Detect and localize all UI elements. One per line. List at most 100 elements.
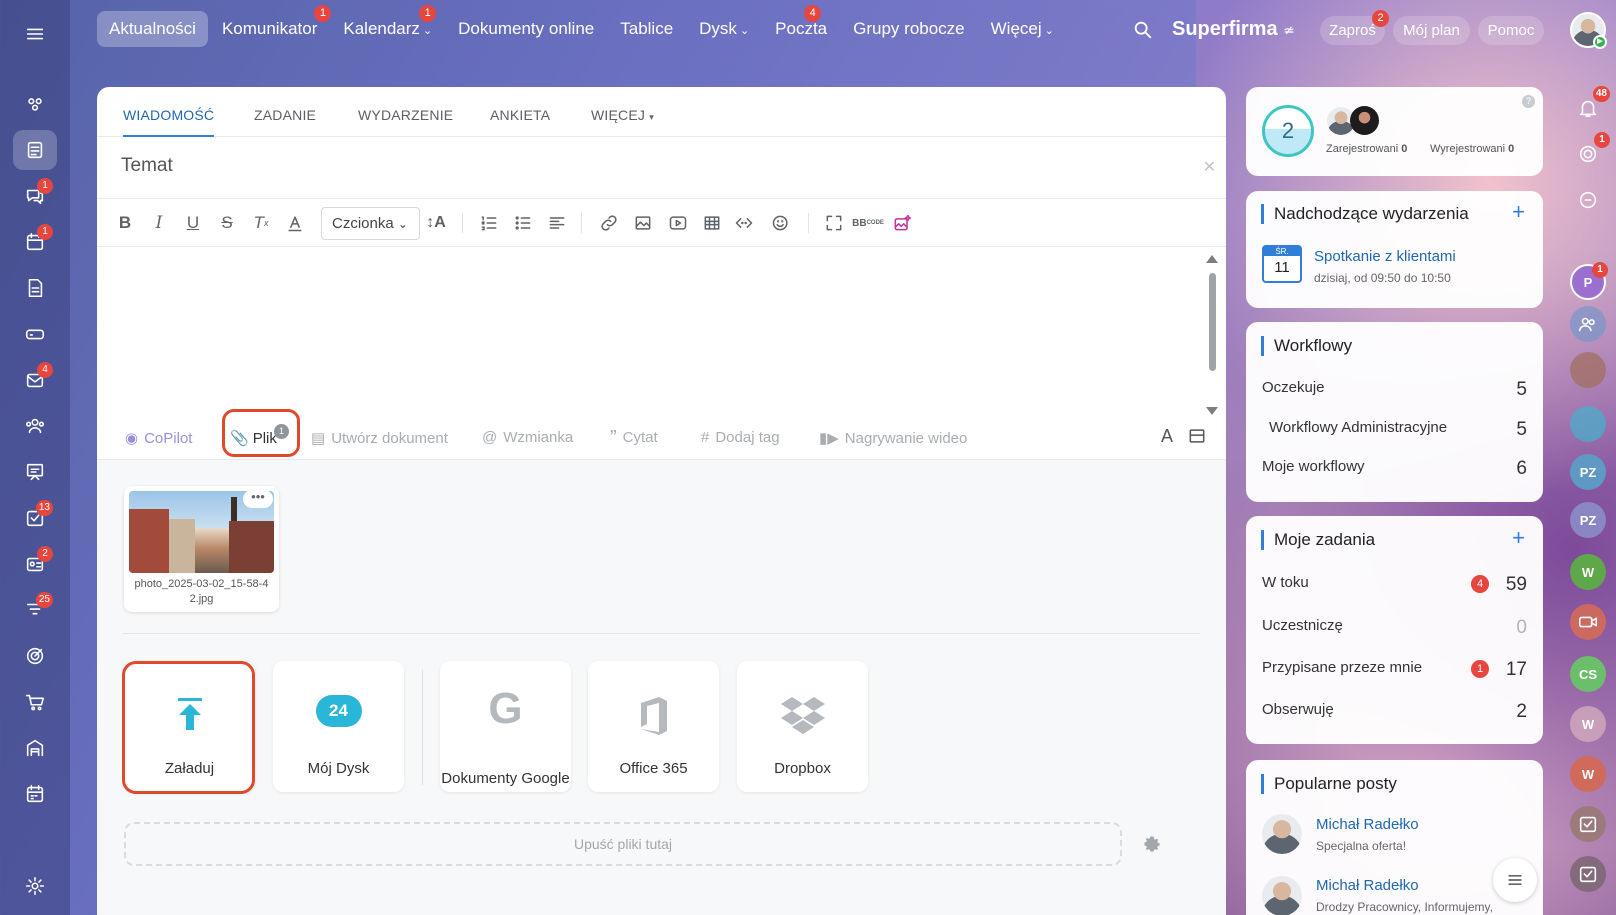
- notifications-icon[interactable]: 48: [1570, 86, 1610, 126]
- inventory-icon[interactable]: [13, 728, 57, 768]
- nav-calendar[interactable]: Kalendarz ⌄ 1: [331, 5, 444, 47]
- post-author-link[interactable]: Michał Radełko: [1316, 877, 1419, 894]
- message-editor[interactable]: [97, 247, 1226, 415]
- contact-avatar[interactable]: CS: [1570, 656, 1606, 692]
- menu-icon[interactable]: [13, 14, 57, 54]
- image-icon[interactable]: [631, 211, 655, 235]
- scroll-down-icon[interactable]: [1206, 407, 1218, 415]
- tab-task[interactable]: ZADANIE: [254, 107, 316, 123]
- post-author-link[interactable]: Michał Radełko: [1316, 816, 1419, 833]
- groups-icon[interactable]: [13, 406, 57, 446]
- nav-boards[interactable]: Tablice: [608, 11, 685, 47]
- mail-icon[interactable]: 4: [13, 360, 57, 400]
- calendar-icon[interactable]: 1: [13, 222, 57, 262]
- task-avatar[interactable]: [1570, 806, 1606, 842]
- crm-icon[interactable]: 2: [13, 544, 57, 584]
- bbcode-icon[interactable]: BB CODE: [852, 211, 884, 235]
- strikethrough-icon[interactable]: S: [215, 211, 239, 235]
- task-row[interactable]: Przypisane przeze mnie 1 17: [1262, 659, 1527, 680]
- gear-icon[interactable]: [1142, 834, 1162, 854]
- nav-more[interactable]: Więcej ⌄: [979, 11, 1066, 47]
- workflow-row[interactable]: Moje workflowy 6: [1262, 458, 1527, 479]
- settings-icon[interactable]: [13, 866, 57, 906]
- chat-avatar[interactable]: [1570, 406, 1606, 442]
- table-icon[interactable]: [700, 211, 724, 235]
- task-row[interactable]: Uczestniczę 0: [1262, 617, 1527, 638]
- add-tag-button[interactable]: # Dodaj tag: [701, 429, 780, 446]
- tab-message[interactable]: WIADOMOŚĆ: [123, 107, 215, 137]
- tab-more[interactable]: WIĘCEJ ▾: [591, 107, 654, 123]
- scroll-up-icon[interactable]: [1206, 255, 1218, 263]
- office365-source[interactable]: Office 365: [588, 661, 719, 792]
- google-docs-source[interactable]: G Dokumenty Google: [440, 661, 571, 792]
- avatar[interactable]: [1262, 814, 1302, 854]
- subject-field[interactable]: Temat ✕: [97, 137, 1226, 199]
- clear-format-icon[interactable]: Tx: [249, 211, 273, 235]
- workflow-row[interactable]: Oczekuje 5: [1262, 379, 1527, 400]
- font-size-icon[interactable]: ↕A: [421, 211, 451, 235]
- nav-messenger[interactable]: Komunikator 1: [210, 5, 332, 47]
- dropbox-source[interactable]: Dropbox: [737, 661, 868, 792]
- nav-drive[interactable]: Dysk ⌄: [687, 11, 761, 47]
- avatar[interactable]: [1262, 876, 1302, 915]
- add-task-button[interactable]: +: [1512, 525, 1525, 551]
- emoji-icon[interactable]: [766, 211, 796, 235]
- italic-icon[interactable]: I: [147, 211, 171, 235]
- editor-scrollbar[interactable]: [1206, 251, 1218, 415]
- attached-file[interactable]: ••• photo_2025-03-02_15-58-42.jpg: [124, 486, 279, 612]
- nav-online-docs[interactable]: Dokumenty online: [446, 11, 606, 47]
- list-menu-icon[interactable]: [1493, 858, 1537, 902]
- nav-mail[interactable]: Poczta 4: [763, 5, 839, 47]
- search-icon[interactable]: [1132, 19, 1154, 46]
- document-icon[interactable]: [13, 268, 57, 308]
- tab-poll[interactable]: ANKIETA: [490, 107, 550, 123]
- contact-avatar[interactable]: P1: [1570, 262, 1608, 300]
- presence-counter[interactable]: 2: [1262, 105, 1314, 157]
- file-button[interactable]: 📎 Plik 1: [230, 424, 289, 447]
- link-icon[interactable]: [597, 211, 621, 235]
- align-icon[interactable]: [545, 211, 569, 235]
- bullet-list-icon[interactable]: [511, 211, 535, 235]
- help-icon[interactable]: ?: [1522, 95, 1535, 108]
- video-embed-icon[interactable]: [666, 211, 690, 235]
- invite-button[interactable]: Zaproś 2: [1320, 10, 1389, 45]
- task-avatar[interactable]: [1570, 856, 1606, 892]
- copilot-rail-icon[interactable]: [13, 84, 57, 124]
- schedule-icon[interactable]: [13, 774, 57, 814]
- close-icon[interactable]: ✕: [1203, 157, 1216, 177]
- fullscreen-icon[interactable]: [822, 211, 846, 235]
- tab-event[interactable]: WYDARZENIE: [358, 107, 453, 123]
- layout-toggle-icon[interactable]: [1187, 426, 1207, 446]
- avatar[interactable]: [1350, 106, 1379, 135]
- news-feed-icon[interactable]: [13, 130, 57, 170]
- create-document-button[interactable]: ▤ Utwórz dokument: [311, 429, 448, 448]
- bold-icon[interactable]: B: [113, 211, 137, 235]
- drive-icon[interactable]: [13, 314, 57, 354]
- contact-avatar[interactable]: W: [1570, 554, 1606, 590]
- text-format-icon[interactable]: A: [1161, 426, 1173, 447]
- more-options-icon[interactable]: •••: [243, 490, 273, 508]
- user-avatar[interactable]: ▶: [1570, 12, 1607, 49]
- scroll-thumb[interactable]: [1209, 273, 1216, 371]
- workflow-row[interactable]: Workflowy Administracyjne 5: [1269, 419, 1527, 440]
- contact-avatar[interactable]: PZ: [1570, 454, 1606, 490]
- target-icon[interactable]: [13, 636, 57, 676]
- video-record-button[interactable]: ▮▶ Nagrywanie wideo: [819, 429, 967, 448]
- my-plan-button[interactable]: Mój plan: [1393, 16, 1470, 45]
- contact-avatar[interactable]: W: [1570, 756, 1606, 792]
- nav-news[interactable]: Aktualności: [97, 11, 208, 47]
- numbered-list-icon[interactable]: [477, 211, 501, 235]
- pulse-icon[interactable]: 1: [1570, 132, 1610, 172]
- shop-icon[interactable]: [13, 682, 57, 722]
- font-color-icon[interactable]: [283, 211, 307, 235]
- add-event-button[interactable]: +: [1512, 199, 1525, 225]
- task-row[interactable]: Obserwuję 2: [1262, 701, 1527, 722]
- board-icon[interactable]: [13, 452, 57, 492]
- tasks-icon[interactable]: 13: [13, 498, 57, 538]
- search-chat-icon[interactable]: [1570, 182, 1606, 218]
- task-row[interactable]: W toku 4 59: [1262, 574, 1527, 595]
- nav-workgroups[interactable]: Grupy robocze: [841, 11, 977, 47]
- help-button[interactable]: Pomoc: [1478, 16, 1544, 45]
- font-select[interactable]: Czcionka ⌄: [321, 207, 420, 240]
- mention-button[interactable]: @ Wzmianka: [482, 429, 573, 446]
